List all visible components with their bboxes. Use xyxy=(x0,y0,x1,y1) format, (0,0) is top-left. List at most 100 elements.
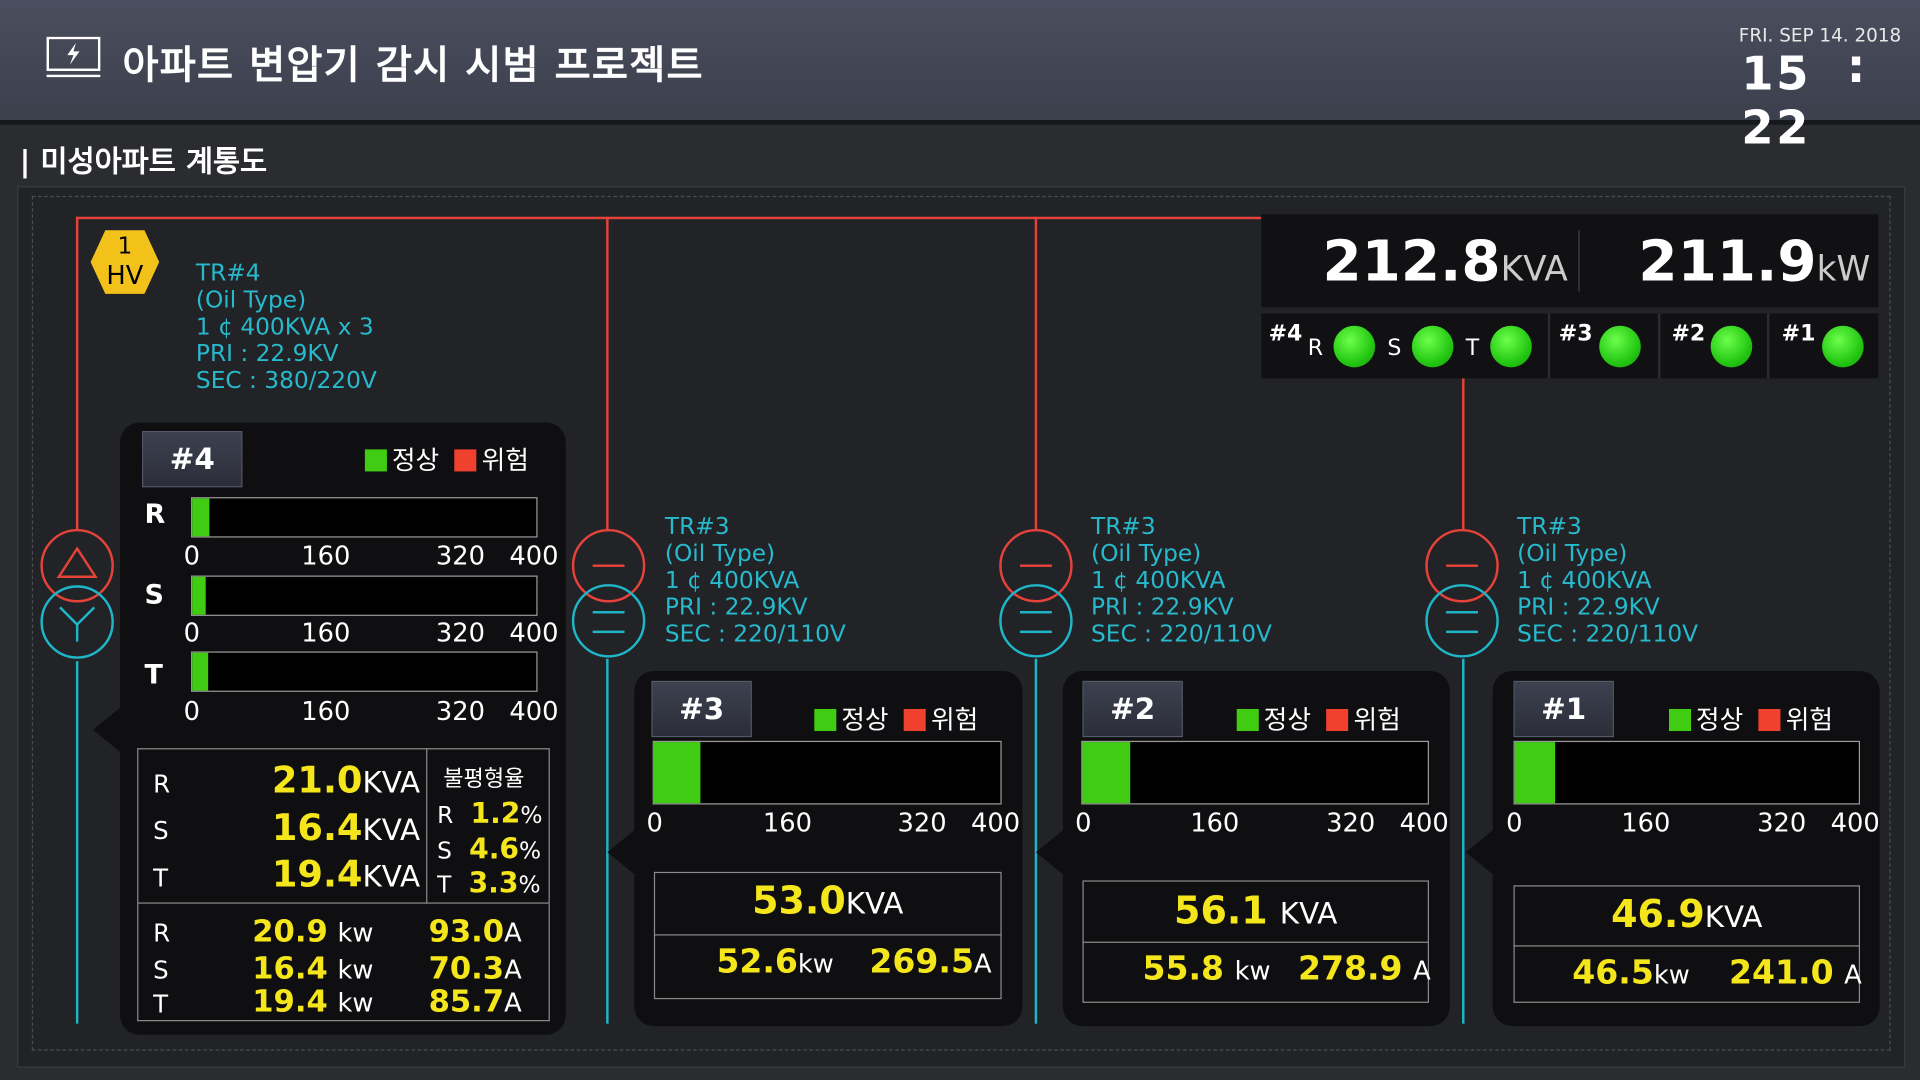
scale-160: 160 xyxy=(1621,808,1671,838)
panel-3-kva: 53.0KVA xyxy=(654,879,1002,923)
kva-unit: KVA xyxy=(362,765,421,800)
panel-1-load-bar xyxy=(1513,740,1861,805)
tr2-primary-dash xyxy=(1020,564,1052,567)
panel-1-kw-value: 46.5 xyxy=(1572,953,1654,992)
panel-3-legend: 정상 위험 xyxy=(814,700,978,737)
ub-s-label: S xyxy=(437,837,452,865)
phase-r-scale: 0 160 320 400 xyxy=(184,541,564,570)
status-indicator-2 xyxy=(1710,325,1753,368)
kva-row-t-label: T xyxy=(153,863,169,893)
kva-unit: KVA xyxy=(1704,900,1763,935)
panel-2-kva-value: 56.1 xyxy=(1174,888,1268,934)
scale-320: 320 xyxy=(1326,808,1376,838)
tr1-secondary-winding xyxy=(1425,584,1499,658)
hv-badge-label: HV xyxy=(106,260,144,291)
phase-r-label: R xyxy=(144,499,166,531)
amp-unit: A xyxy=(504,988,522,1018)
kw-r-value: 20.9 xyxy=(252,913,328,949)
panel-2-kva: 56.1 KVA xyxy=(1082,889,1429,933)
panel-3-readout-divider xyxy=(653,934,1002,936)
tr3-secondary-line-a xyxy=(592,611,625,614)
phase-t-load-bar xyxy=(191,651,538,692)
normal-swatch xyxy=(1668,708,1692,732)
danger-swatch xyxy=(454,449,477,472)
amp-r-value: 93.0 xyxy=(428,913,505,949)
hour: 15 xyxy=(1741,46,1811,101)
panel-4-pointer xyxy=(93,707,121,752)
total-kva-unit: KVA xyxy=(1500,248,1568,289)
normal-swatch xyxy=(1236,708,1259,732)
main-bus-wire xyxy=(75,216,1262,220)
scale-160: 160 xyxy=(301,541,351,571)
amp-unit: A xyxy=(504,955,522,985)
kw-row-r-label: R xyxy=(153,918,171,948)
kw-unit: kw xyxy=(337,988,374,1018)
time-colon: : xyxy=(1846,39,1868,94)
panel-4-tab[interactable]: #4 xyxy=(142,431,243,488)
panel-3-amp: 269.5A xyxy=(869,943,991,981)
panel-1-amp: 241.0 A xyxy=(1729,954,1862,992)
ub-s-value: 4.6 xyxy=(469,833,520,866)
danger-swatch xyxy=(1326,708,1349,732)
scale-400: 400 xyxy=(1399,808,1449,838)
kw-unit: kw xyxy=(1234,956,1271,986)
status-indicator-4r xyxy=(1333,325,1376,368)
panel-3-kva-value: 53.0 xyxy=(752,879,846,924)
status-label-3: #3 xyxy=(1558,320,1593,347)
amp-t-value: 85.7 xyxy=(428,983,505,1019)
panel-1-fill xyxy=(1514,742,1555,804)
total-kw-unit: kW xyxy=(1816,248,1871,289)
amp-unit: A xyxy=(1413,956,1431,986)
tr3-secondary-winding xyxy=(571,584,646,658)
unbalance-s: S 4.6% xyxy=(437,834,541,866)
panel-2-amp: 278.9 A xyxy=(1298,950,1431,988)
ub-t-label: T xyxy=(437,871,452,899)
kva-r-value: 21.0 xyxy=(271,759,363,803)
legend-danger: 위험 xyxy=(481,445,529,476)
normal-swatch xyxy=(364,449,387,472)
phase-r-load-bar xyxy=(191,497,538,538)
panel-3-amp-value: 269.5 xyxy=(869,942,974,981)
kva-row-r-label: R xyxy=(153,768,171,799)
panel-1-amp-value: 241.0 xyxy=(1728,953,1834,992)
scale-320: 320 xyxy=(435,696,486,727)
feeder-wire-1 xyxy=(1462,373,1465,531)
minute: 22 xyxy=(1741,100,1811,155)
panel-3-tab[interactable]: #3 xyxy=(651,680,752,738)
panel-2-scale: 0 160 320 400 xyxy=(1075,808,1455,837)
status-label-2: #2 xyxy=(1671,320,1706,347)
ub-r-value: 1.2 xyxy=(470,798,521,831)
kw-s-value: 16.4 xyxy=(252,950,328,986)
current-date: FRI. SEP 14. 2018 xyxy=(1738,24,1902,47)
panel-1-kva: 46.9KVA xyxy=(1513,893,1860,937)
ub-r-label: R xyxy=(437,802,454,829)
kva-unit: KVA xyxy=(362,859,421,894)
panel-2-readout-divider xyxy=(1082,941,1429,943)
phase-s-scale: 0 160 320 400 xyxy=(184,618,564,647)
scale-0: 0 xyxy=(183,696,201,727)
delta-icon xyxy=(56,546,98,578)
scale-400: 400 xyxy=(971,808,1021,838)
panel-2-tab[interactable]: #2 xyxy=(1082,680,1183,738)
phase-r-fill xyxy=(192,498,210,537)
panel-1-tab[interactable]: #1 xyxy=(1513,680,1614,738)
scale-320: 320 xyxy=(1757,808,1807,838)
tr1-secondary-line-b xyxy=(1446,630,1478,634)
kw-unit: kw xyxy=(797,948,834,979)
kva-unit: KVA xyxy=(1279,896,1338,931)
scale-0: 0 xyxy=(183,541,201,571)
scale-320: 320 xyxy=(435,541,486,571)
panel-1-scale: 0 160 320 400 xyxy=(1506,808,1886,837)
amp-unit: A xyxy=(973,948,992,979)
kw-row-s-label: S xyxy=(153,955,169,985)
panel-2-load-bar xyxy=(1081,740,1429,805)
panel-3-load-bar xyxy=(652,740,1002,805)
kw-unit: kw xyxy=(1653,960,1690,990)
pct-unit: % xyxy=(518,871,541,899)
kw-s: 16.4 kw xyxy=(252,950,373,986)
scale-320: 320 xyxy=(435,618,486,648)
unbalance-label: 불평형율 xyxy=(443,766,525,793)
panel-2-amp-value: 278.9 xyxy=(1297,950,1403,989)
pct-unit: % xyxy=(519,837,542,865)
panel-1-legend: 정상 위험 xyxy=(1668,700,1833,737)
